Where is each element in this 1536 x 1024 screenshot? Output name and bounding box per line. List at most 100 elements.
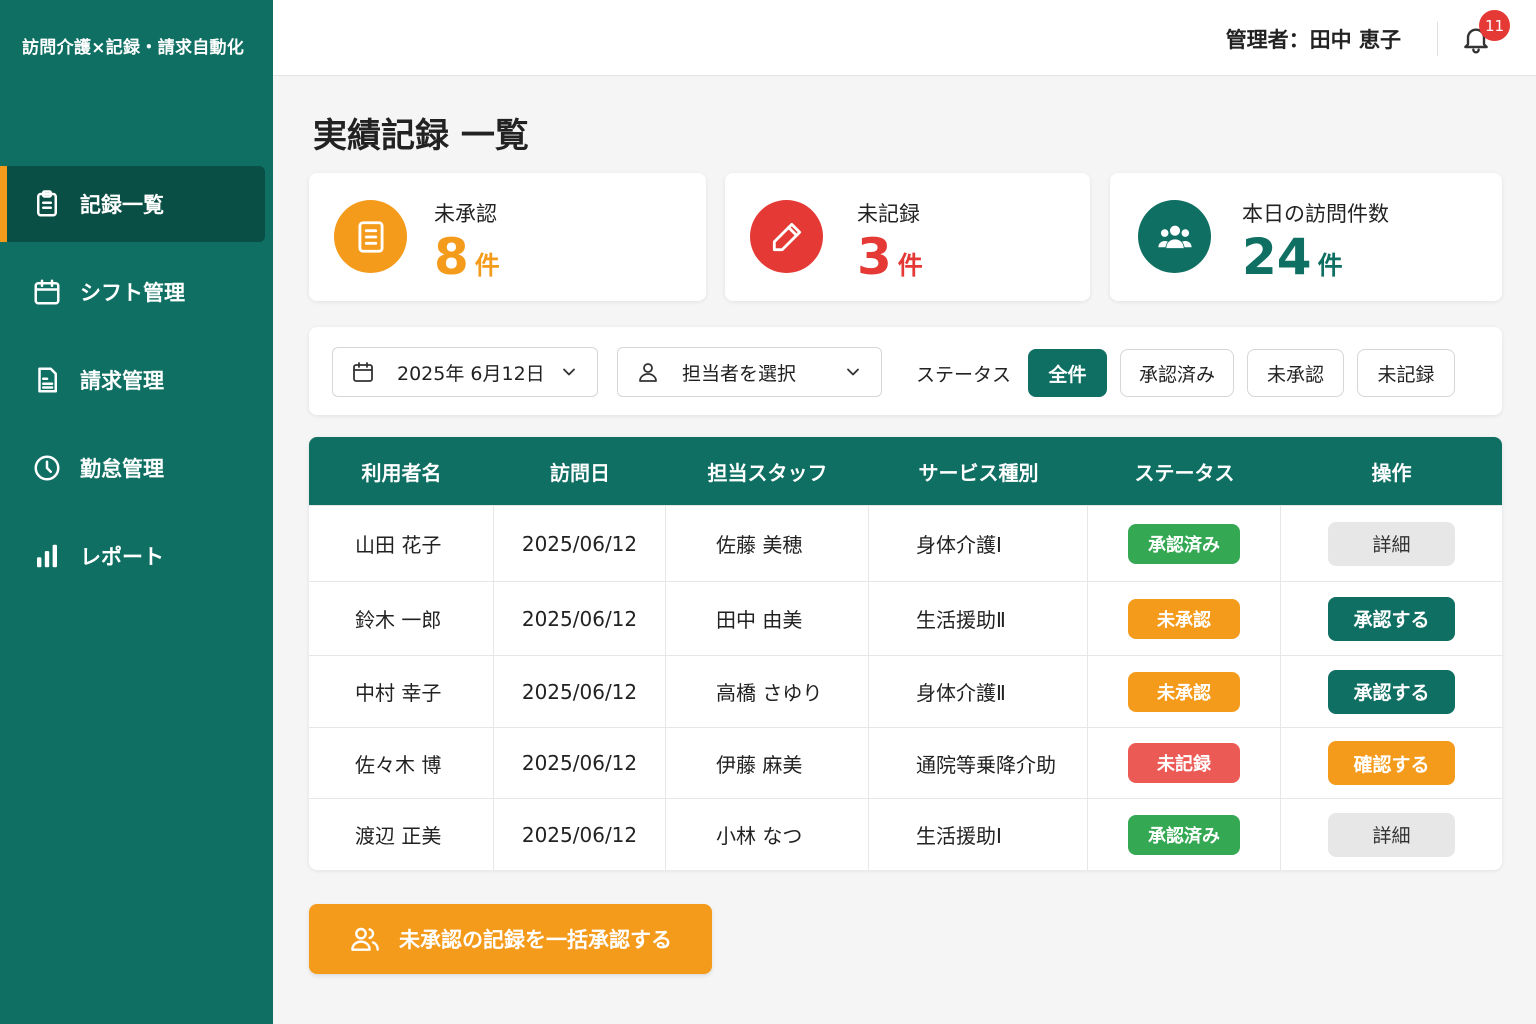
cell-action: 承認する	[1281, 656, 1502, 727]
user-icon	[639, 363, 657, 382]
table-row: 中村 幸子 2025/06/12 高橋 さゆり 身体介護Ⅱ 未承認 承認する	[309, 655, 1502, 727]
stat-label: 本日の訪問件数	[1242, 202, 1389, 226]
cell-date: 2025/06/12	[494, 799, 666, 870]
bulk-approve-label: 未承認の記録を一括承認する	[399, 928, 672, 952]
staff-select[interactable]: 担当者を選択	[617, 347, 882, 397]
page-title: 実績記録 一覧	[313, 116, 529, 156]
cell-date: 2025/06/12	[494, 506, 666, 581]
clock-icon	[32, 453, 62, 483]
status-badge: 承認済み	[1128, 523, 1240, 564]
bulk-approve-button[interactable]: 未承認の記録を一括承認する	[309, 904, 712, 974]
status-badge: 未承認	[1128, 598, 1240, 639]
cell-action: 確認する	[1281, 728, 1502, 798]
cell-status: 未承認	[1088, 582, 1281, 655]
invoice-icon	[32, 365, 62, 395]
calendar-icon	[353, 362, 373, 382]
top-bar: 管理者：田中 恵子 11	[273, 0, 1536, 76]
date-select[interactable]: 2025年 6月12日	[332, 347, 598, 397]
stat-label: 未承認	[434, 202, 497, 226]
notification-button[interactable]: 11	[1460, 10, 1510, 58]
stat-label: 未記録	[857, 202, 920, 226]
status-badge: 未承認	[1128, 671, 1240, 712]
sidebar-item-shift[interactable]: シフト管理	[0, 254, 265, 330]
cell-staff: 小林 なつ	[666, 799, 869, 870]
column-header: ステータス	[1134, 460, 1235, 485]
status-badge: 未記録	[1128, 743, 1240, 783]
app-title: 訪問介護×記録・請求自動化	[22, 38, 245, 58]
status-filter-unrecorded[interactable]: 未記録	[1357, 349, 1455, 397]
column-header: 訪問日	[550, 460, 610, 485]
stat-card-unrecorded: 未記録 3件	[725, 173, 1090, 301]
cell-staff: 田中 由美	[666, 582, 869, 655]
cell-status: 承認済み	[1088, 506, 1281, 581]
cell-status: 未承認	[1088, 656, 1281, 727]
table-row: 渡辺 正美 2025/06/12 小林 なつ 生活援助Ⅰ 承認済み 詳細	[309, 798, 1502, 870]
column-header: 利用者名	[361, 460, 442, 485]
cell-staff: 伊藤 麻美	[666, 728, 869, 798]
cell-action: 詳細	[1281, 799, 1502, 870]
cell-service: 身体介護Ⅰ	[869, 506, 1088, 581]
cell-user: 佐々木 博	[309, 728, 494, 798]
cell-action: 承認する	[1281, 582, 1502, 655]
approve-button[interactable]: 承認する	[1328, 596, 1455, 641]
users-icon	[1138, 200, 1211, 273]
cell-status: 未記録	[1088, 728, 1281, 798]
cell-staff: 佐藤 美穂	[666, 506, 869, 581]
status-badge: 承認済み	[1128, 814, 1240, 855]
status-filter-label: ステータス	[916, 364, 1012, 386]
status-filter-unapproved[interactable]: 未承認	[1247, 349, 1344, 397]
date-value: 2025年 6月12日	[397, 362, 545, 385]
sidebar: 訪問介護×記録・請求自動化 記録一覧 シフト管理 請求管理 勤怠管理 レポート	[0, 0, 273, 1024]
cell-action: 詳細	[1281, 506, 1502, 581]
approve-button[interactable]: 承認する	[1328, 669, 1455, 714]
column-header: 操作	[1371, 460, 1412, 485]
cell-user: 中村 幸子	[309, 656, 494, 727]
records-table: 利用者名 訪問日 担当スタッフ サービス種別 ステータス 操作 山田 花子 202…	[309, 437, 1502, 870]
staff-placeholder: 担当者を選択	[682, 362, 797, 385]
notification-badge: 11	[1479, 10, 1510, 41]
cell-staff: 高橋 さゆり	[666, 656, 869, 727]
status-filter-all[interactable]: 全件	[1028, 349, 1107, 397]
cell-service: 身体介護Ⅱ	[869, 656, 1088, 727]
sidebar-item-records[interactable]: 記録一覧	[0, 166, 265, 242]
sidebar-item-label: シフト管理	[80, 281, 185, 305]
sidebar-item-label: 請求管理	[80, 369, 164, 393]
cell-service: 生活援助Ⅱ	[869, 582, 1088, 655]
table-header: 利用者名 訪問日 担当スタッフ サービス種別 ステータス 操作	[309, 437, 1502, 505]
table-row: 山田 花子 2025/06/12 佐藤 美穂 身体介護Ⅰ 承認済み 詳細	[309, 505, 1502, 581]
stat-value: 8件	[434, 228, 500, 286]
stat-value: 3件	[857, 228, 923, 286]
clipboard-icon	[32, 189, 62, 219]
pencil-icon	[750, 200, 823, 273]
status-filter-approved[interactable]: 承認済み	[1120, 349, 1234, 397]
table-row: 佐々木 博 2025/06/12 伊藤 麻美 通院等乗降介助 未記録 確認する	[309, 727, 1502, 798]
column-header: サービス種別	[918, 460, 1039, 485]
column-header: 担当スタッフ	[707, 460, 828, 485]
bar-chart-icon	[32, 541, 62, 571]
admin-name[interactable]: 管理者：田中 恵子	[1226, 24, 1401, 54]
users-outline-icon	[351, 927, 379, 951]
cell-date: 2025/06/12	[494, 728, 666, 798]
detail-button[interactable]: 詳細	[1328, 812, 1455, 857]
sidebar-item-attendance[interactable]: 勤怠管理	[0, 430, 265, 506]
stat-card-unapproved: 未承認 8件	[309, 173, 706, 301]
sidebar-item-label: レポート	[80, 545, 164, 569]
sidebar-nav: 記録一覧 シフト管理 請求管理 勤怠管理 レポート	[0, 166, 273, 606]
divider	[1437, 22, 1438, 56]
sidebar-item-billing[interactable]: 請求管理	[0, 342, 265, 418]
sidebar-item-report[interactable]: レポート	[0, 518, 265, 594]
cell-status: 承認済み	[1088, 799, 1281, 870]
stat-value: 24 件	[1242, 228, 1343, 286]
confirm-button[interactable]: 確認する	[1328, 741, 1455, 785]
cell-date: 2025/06/12	[494, 656, 666, 727]
cell-user: 渡辺 正美	[309, 799, 494, 870]
calendar-icon	[32, 277, 62, 307]
sidebar-item-label: 勤怠管理	[80, 457, 164, 481]
document-icon	[334, 200, 407, 273]
cell-user: 鈴木 一郎	[309, 582, 494, 655]
filter-bar: 2025年 6月12日 担当者を選択 ステータス 全件 承認済み 未承認 未記録	[309, 327, 1502, 415]
detail-button[interactable]: 詳細	[1328, 521, 1455, 566]
cell-service: 生活援助Ⅰ	[869, 799, 1088, 870]
chevron-down-icon	[847, 368, 859, 376]
cell-date: 2025/06/12	[494, 582, 666, 655]
